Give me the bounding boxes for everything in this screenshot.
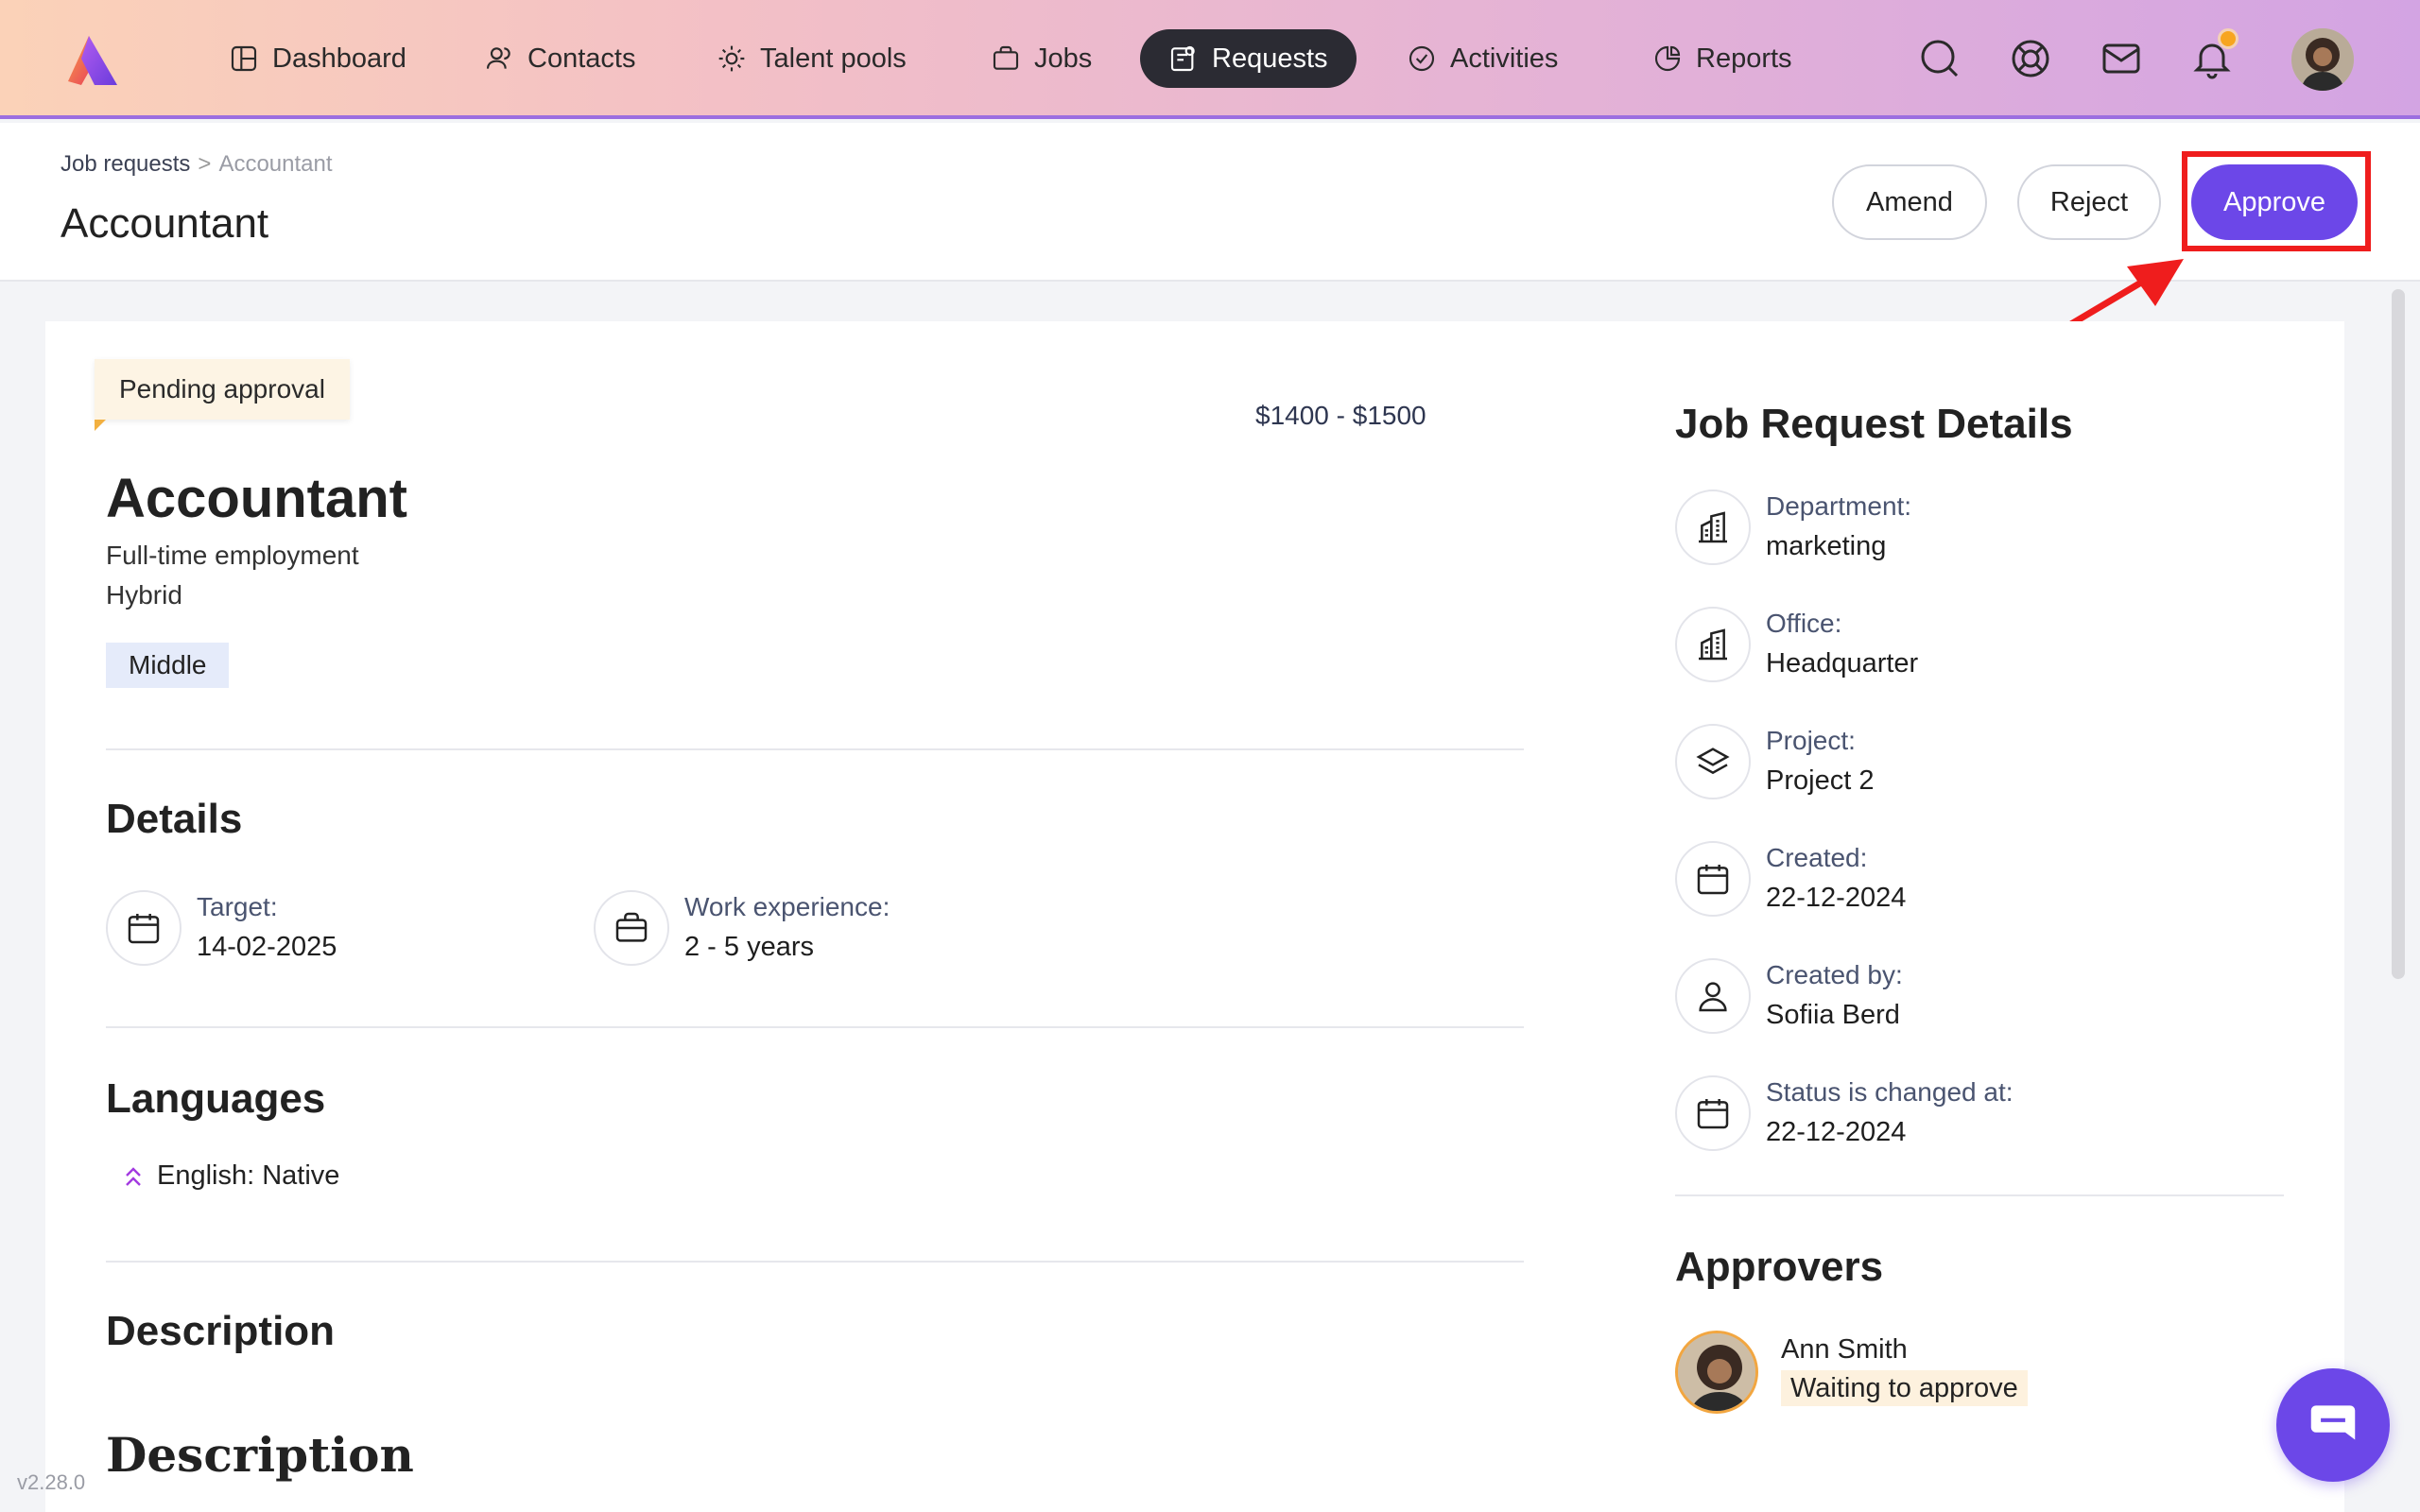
- building-icon: [1699, 511, 1727, 543]
- approve-button[interactable]: Approve: [2191, 164, 2358, 240]
- page-scrollbar[interactable]: [2392, 289, 2405, 979]
- employment-type: Full-time employment: [106, 541, 359, 570]
- requests-icon: [1170, 45, 1195, 72]
- page-title: Accountant: [60, 200, 269, 247]
- chat-support-button[interactable]: [2276, 1368, 2390, 1482]
- breadcrumb: Job requests > Accountant: [60, 151, 333, 178]
- building-icon: [1699, 628, 1727, 661]
- breadcrumb-current: Accountant: [218, 151, 333, 177]
- department-label: Department:: [1766, 491, 1912, 521]
- status-badge: Pending approval: [95, 359, 350, 420]
- nav-dashboard-label: Dashboard: [272, 43, 406, 74]
- nav-reports-label: Reports: [1696, 43, 1792, 74]
- nav-activities-label: Activities: [1450, 43, 1559, 74]
- breadcrumb-separator: >: [198, 151, 212, 177]
- nav-talent-pools[interactable]: Talent pools: [688, 29, 935, 88]
- top-navigation-bar: Dashboard Contacts Talent pools Jobs Req…: [0, 0, 2420, 119]
- languages-section-title: Languages: [106, 1075, 326, 1122]
- sun-icon: [718, 45, 745, 72]
- search-icon: [1921, 40, 1959, 77]
- project-label: Project:: [1766, 726, 1856, 755]
- office-label: Office:: [1766, 609, 1842, 638]
- department-icon-wrap: [1675, 490, 1751, 565]
- project-value: Project 2: [1766, 765, 1875, 796]
- nav-talent-pools-label: Talent pools: [760, 43, 907, 74]
- job-title: Accountant: [106, 468, 407, 529]
- nav-contacts[interactable]: Contacts: [456, 29, 664, 88]
- created-by-label: Created by:: [1766, 960, 1903, 989]
- work-experience-value: 2 - 5 years: [684, 932, 814, 962]
- work-experience-icon-wrap: [594, 890, 669, 966]
- dashboard-icon: [231, 45, 257, 72]
- user-avatar[interactable]: [2291, 28, 2354, 91]
- amend-button[interactable]: Amend: [1832, 164, 1987, 240]
- department-value: marketing: [1766, 531, 1887, 561]
- salary-range: $1400 - $1500: [1255, 401, 1426, 430]
- status-badge-tail: [95, 420, 106, 431]
- calendar-icon: [1697, 1099, 1729, 1129]
- double-chevron-up-icon: [126, 1166, 141, 1186]
- created-label: Created:: [1766, 843, 1868, 872]
- nav-reports[interactable]: Reports: [1624, 29, 1821, 88]
- approver-name: Ann Smith: [1781, 1334, 1908, 1365]
- project-icon-wrap: [1675, 724, 1751, 799]
- work-mode: Hybrid: [106, 580, 182, 610]
- created-by-icon-wrap: [1675, 958, 1751, 1034]
- briefcase-icon: [615, 912, 648, 942]
- target-date-icon-wrap: [106, 890, 182, 966]
- office-value: Headquarter: [1766, 648, 1919, 679]
- description-section-title: Description: [106, 1308, 336, 1354]
- mail-icon: [2102, 43, 2140, 74]
- nav-contacts-label: Contacts: [527, 43, 636, 74]
- reports-icon: [1654, 45, 1681, 72]
- nav-activities[interactable]: Activities: [1378, 29, 1586, 88]
- help-button[interactable]: [2008, 36, 2053, 81]
- created-by-value: Sofiia Berd: [1766, 1000, 1900, 1030]
- calendar-icon: [128, 914, 160, 944]
- nav-requests[interactable]: Requests: [1140, 29, 1357, 88]
- job-request-details-title: Job Request Details: [1675, 401, 2073, 447]
- status-changed-icon-wrap: [1675, 1075, 1751, 1151]
- user-icon: [1699, 982, 1727, 1012]
- section-divider: [106, 1026, 1524, 1028]
- language-text: English: Native: [157, 1160, 340, 1191]
- approver-status-badge: Waiting to approve: [1781, 1370, 2028, 1406]
- search-button[interactable]: [1917, 36, 1962, 81]
- description-body-heading: Description: [106, 1427, 414, 1483]
- section-divider: [1675, 1194, 2284, 1196]
- details-section-title: Details: [106, 796, 243, 842]
- layers-icon: [1696, 747, 1730, 775]
- calendar-icon: [1697, 865, 1729, 895]
- language-item: English: Native: [123, 1160, 339, 1192]
- reject-button[interactable]: Reject: [2017, 164, 2161, 240]
- work-experience-label: Work experience:: [684, 892, 890, 921]
- nav-requests-label: Requests: [1212, 43, 1328, 74]
- section-divider: [106, 1261, 1524, 1263]
- nav-jobs-label: Jobs: [1034, 43, 1093, 74]
- messages-button[interactable]: [2099, 36, 2144, 81]
- chat-bubble-icon: [2310, 1405, 2356, 1440]
- app-version: v2.28.0: [17, 1470, 86, 1494]
- section-divider: [106, 748, 1524, 750]
- status-changed-value: 22-12-2024: [1766, 1117, 1907, 1147]
- app-logo[interactable]: [60, 32, 121, 87]
- nav-jobs[interactable]: Jobs: [962, 29, 1120, 88]
- avatar-image: [2291, 28, 2354, 91]
- nav-dashboard[interactable]: Dashboard: [200, 29, 435, 88]
- status-changed-label: Status is changed at:: [1766, 1077, 2014, 1107]
- created-value: 22-12-2024: [1766, 883, 1907, 913]
- breadcrumb-job-requests[interactable]: Job requests: [60, 151, 190, 178]
- briefcase-icon: [993, 45, 1019, 70]
- contacts-icon: [486, 47, 510, 69]
- created-icon-wrap: [1675, 841, 1751, 917]
- check-circle-icon: [1409, 45, 1435, 72]
- target-label: Target:: [197, 892, 278, 921]
- target-value: 14-02-2025: [197, 932, 337, 962]
- office-icon-wrap: [1675, 607, 1751, 682]
- approver-avatar: [1675, 1331, 1758, 1414]
- notification-badge: [2218, 28, 2238, 49]
- approvers-section-title: Approvers: [1675, 1244, 1884, 1290]
- seniority-level-chip: Middle: [106, 643, 230, 688]
- lifebuoy-icon: [2012, 40, 2049, 77]
